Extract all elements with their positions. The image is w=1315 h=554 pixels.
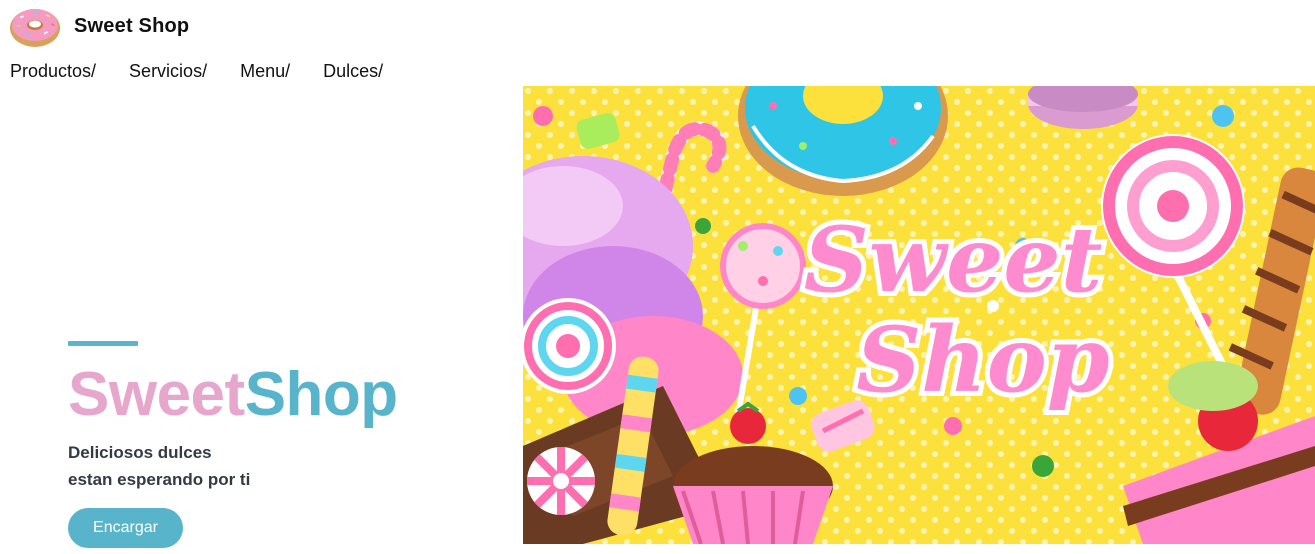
hero-subtitle-line1: Deliciosos dulces <box>68 443 212 462</box>
nav-item-productos[interactable]: Productos/ <box>10 61 96 82</box>
hero-title-sweet: Sweet <box>68 360 245 429</box>
candy-icon <box>1212 105 1234 127</box>
nav-item-servicios[interactable]: Servicios/ <box>129 61 207 82</box>
hero-section: SweetShop Deliciosos dulces estan espera… <box>68 341 488 548</box>
candy-icon <box>1032 455 1054 477</box>
lollipop-icon <box>523 298 616 394</box>
accent-bar <box>68 341 138 346</box>
svg-text:Shop: Shop <box>856 307 1109 413</box>
main-nav: Productos/ Servicios/ Menu/ Dulces/ <box>10 61 383 82</box>
candy-icon <box>789 387 807 405</box>
hero-subtitle: Deliciosos dulces estan esperando por ti <box>68 439 488 493</box>
nav-item-menu[interactable]: Menu/ <box>240 61 290 82</box>
hero-title-shop: Shop <box>244 360 398 429</box>
svg-text:Sweet: Sweet <box>804 207 1103 313</box>
hero-title: SweetShop <box>68 364 488 426</box>
encargar-button[interactable]: Encargar <box>68 508 183 548</box>
candy-icon <box>944 417 962 435</box>
brand[interactable]: Sweet Shop <box>8 3 189 49</box>
hero-image: Sweet Shop <box>523 86 1315 544</box>
donut-logo-icon <box>10 9 60 47</box>
candy-icon <box>533 106 553 126</box>
candy-icon <box>695 218 711 234</box>
candy-illustration: Sweet Shop <box>523 86 1315 544</box>
macaron-icon <box>1168 361 1258 411</box>
nav-item-dulces[interactable]: Dulces/ <box>323 61 383 82</box>
brand-name: Sweet Shop <box>74 14 190 37</box>
peppermint-icon <box>527 447 595 515</box>
hero-subtitle-line2: estan esperando por ti <box>68 470 251 489</box>
